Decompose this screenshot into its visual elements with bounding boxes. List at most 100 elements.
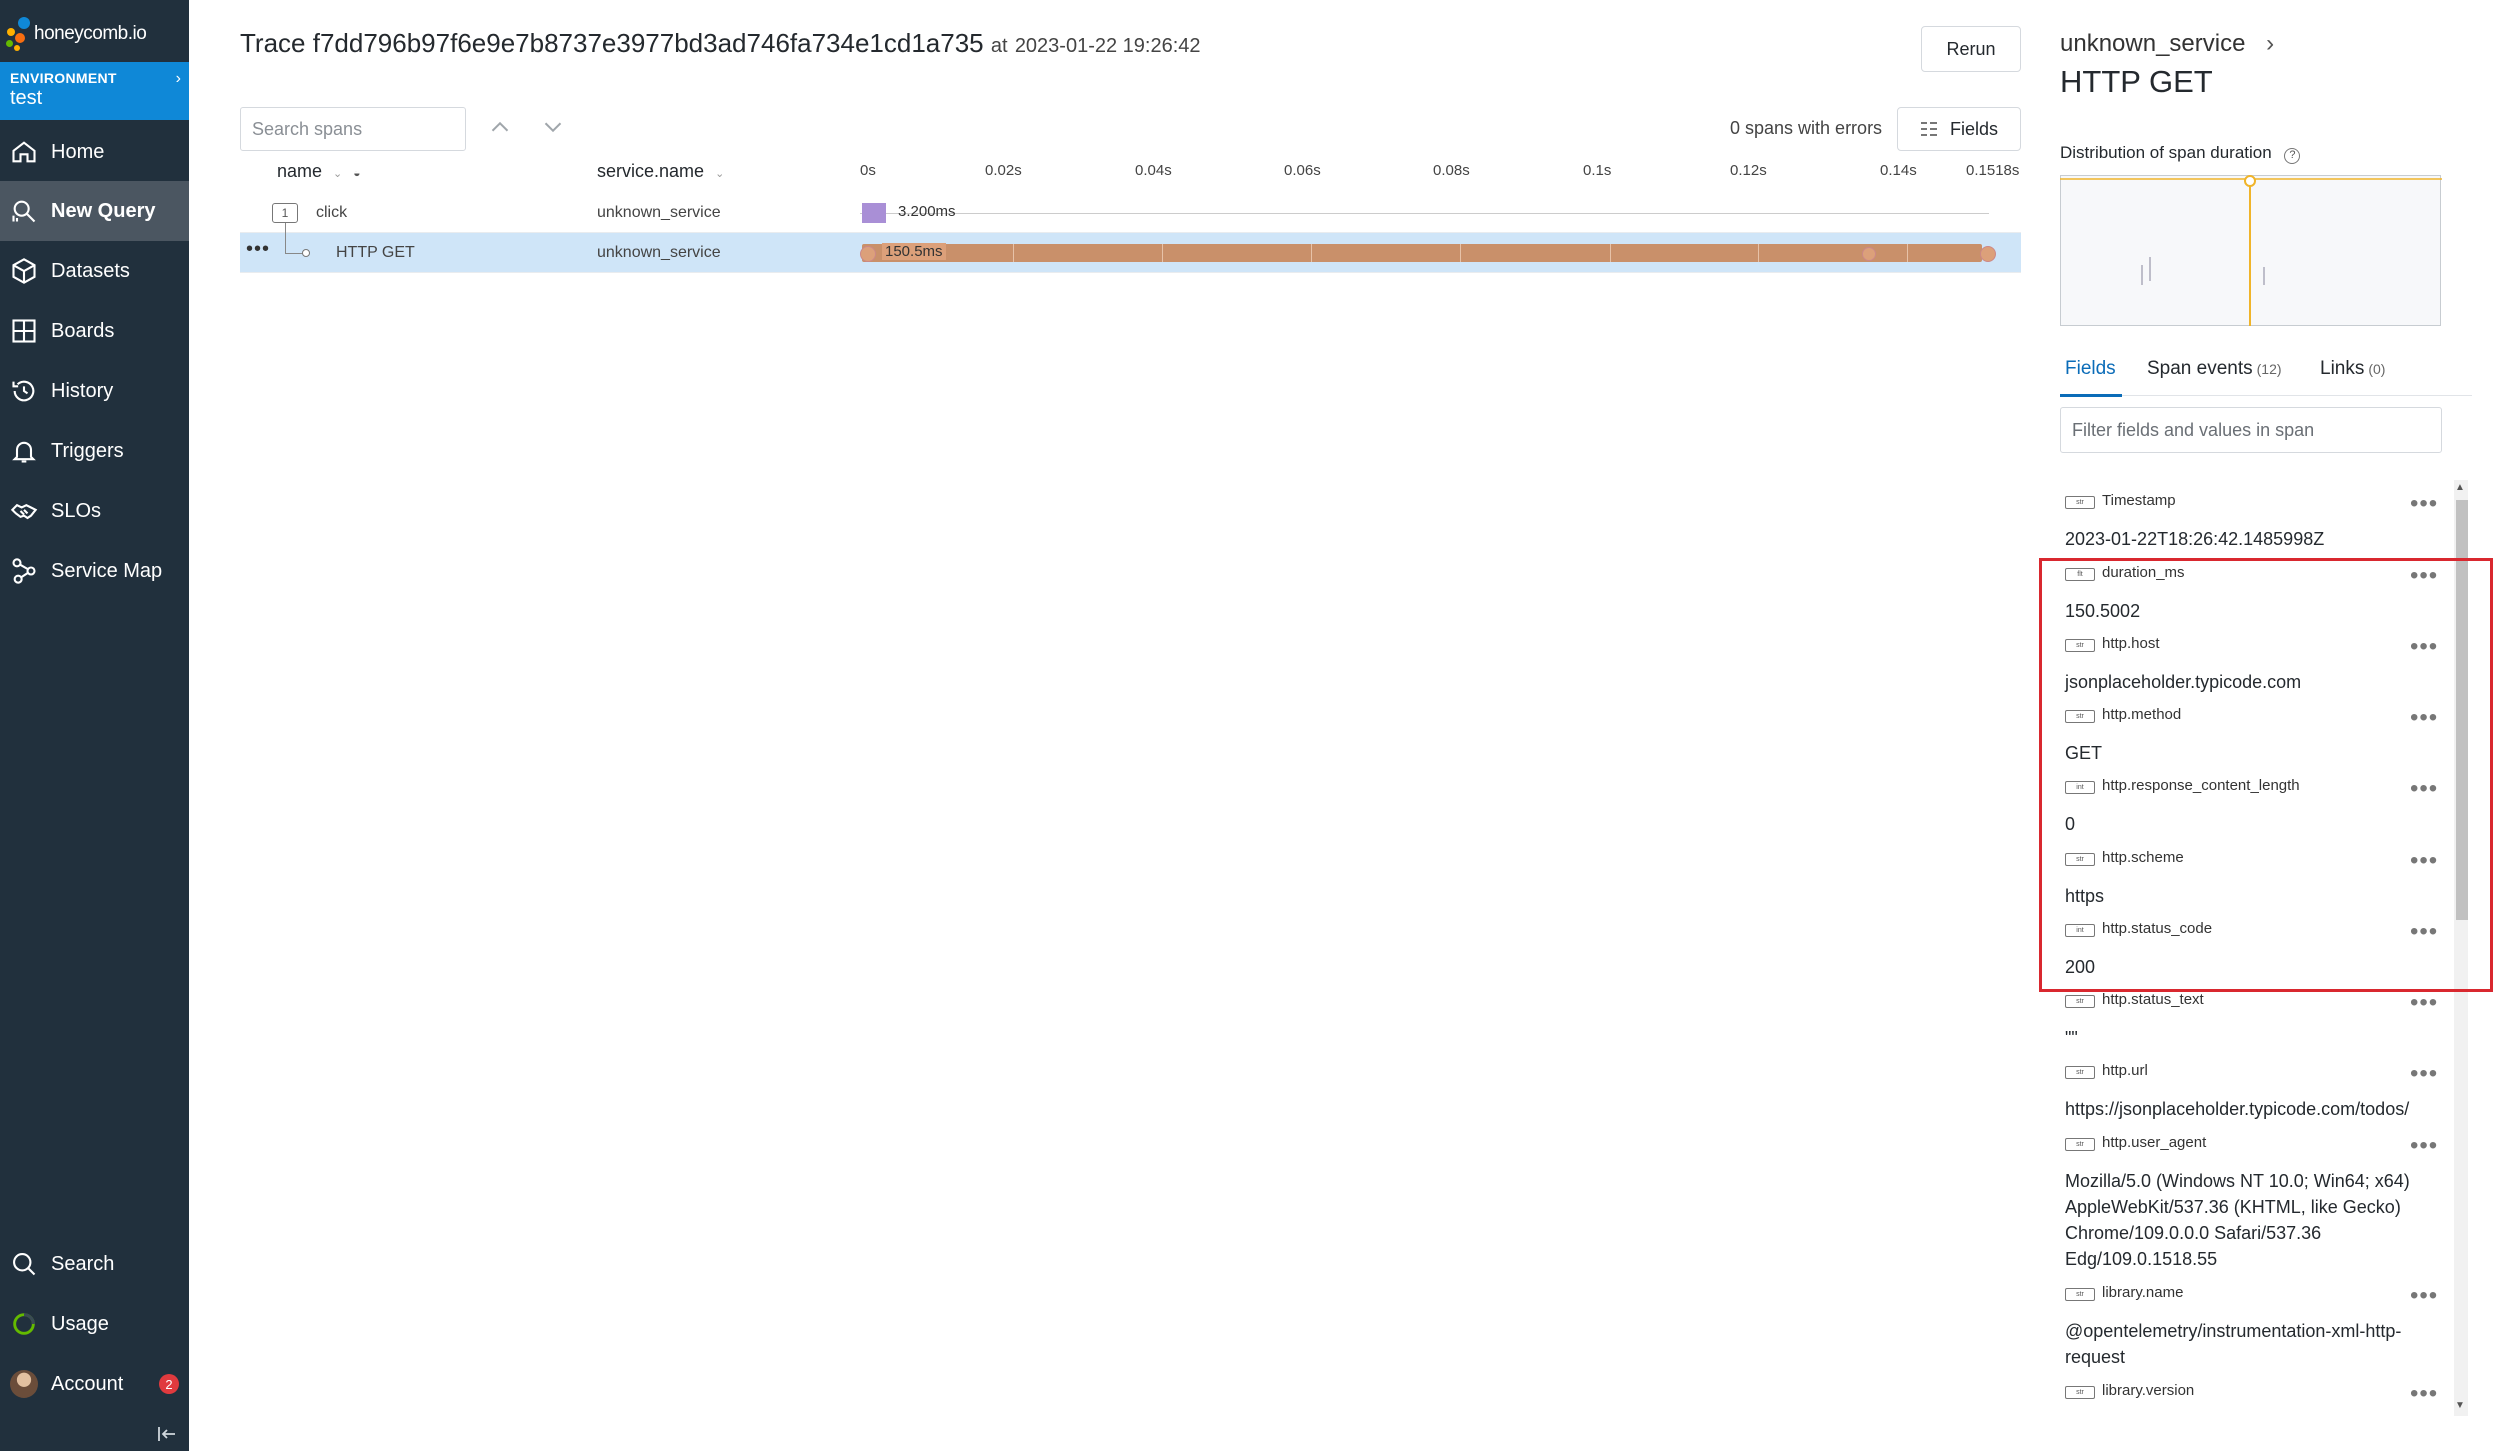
sort-icon: ◒ — [353, 166, 361, 180]
sidebar-item-label: Account — [51, 1372, 124, 1395]
scroll-down-arrow-icon[interactable]: ▼ — [2455, 1400, 2465, 1411]
sidebar-item-label: Triggers — [51, 439, 124, 462]
span-field[interactable]: str library.name ••• @opentelemetry/instrum… — [2060, 1272, 2460, 1370]
sidebar-item-label: SLOs — [51, 499, 102, 522]
row-menu-icon[interactable]: ••• — [246, 238, 270, 261]
sidebar-item-label: Datasets — [51, 259, 130, 282]
collapse-sidebar-icon[interactable] — [155, 1424, 179, 1444]
sidebar-item-boards[interactable]: Boards — [0, 301, 189, 361]
span-field[interactable]: str http.url ••• https://jsonplaceholder.ty… — [2060, 1050, 2460, 1122]
sidebar-item-label: Service Map — [51, 559, 163, 582]
history-icon — [12, 380, 35, 402]
sidebar-item-slos[interactable]: SLOs — [0, 481, 189, 541]
span-name: HTTP GET — [336, 244, 415, 261]
field-type-tag: str — [2065, 995, 2095, 1008]
avatar — [10, 1370, 38, 1398]
help-icon[interactable]: ? — [2284, 148, 2301, 164]
chevron-right-icon: › — [175, 70, 181, 87]
sidebar-item-label: Search — [51, 1252, 115, 1275]
trace-id: f7dd796b97f6e9e7b8737e3977bd3ad746fa734e… — [312, 28, 984, 58]
boards-icon — [12, 319, 36, 343]
span-duration-bar[interactable] — [862, 203, 886, 223]
span-row[interactable]: 1 click unknown_service 3.200ms — [240, 193, 2021, 247]
new-query-icon — [12, 200, 36, 223]
tab-links[interactable]: Links (0) — [2320, 358, 2385, 380]
trace-title-prefix: Trace — [240, 28, 306, 58]
logo-text: honeycomb.io — [34, 23, 147, 44]
field-value: @opentelemetry/instrumentation-xml-http-… — [2065, 1321, 2402, 1367]
timeline-tick: 0.08s — [1433, 162, 1470, 179]
timeline-tick: 0.06s — [1284, 162, 1321, 179]
field-menu-icon[interactable]: ••• — [2410, 1380, 2438, 1408]
sidebar-item-usage[interactable]: Usage — [0, 1294, 189, 1354]
span-field[interactable]: str library.version ••• — [2060, 1370, 2460, 1420]
chevron-up-icon[interactable] — [485, 112, 515, 142]
span-row-selected[interactable]: ••• HTTP GET unknown_service 150.5ms — [240, 233, 2021, 273]
fields-button[interactable]: Fields — [1897, 107, 2021, 151]
panel-span-name: HTTP GET — [2060, 64, 2213, 99]
field-menu-icon[interactable]: ••• — [2410, 1282, 2438, 1310]
filter-fields-input[interactable] — [2060, 407, 2442, 453]
trace-timestamp: 2023-01-22 19:26:42 — [1014, 35, 1201, 57]
timeline-gridline — [1758, 244, 1759, 262]
field-name: http.user_agent — [2102, 1134, 2207, 1151]
handshake-icon — [10, 503, 38, 520]
span-event-marker — [1862, 247, 1876, 261]
duration-histogram[interactable] — [2060, 175, 2445, 327]
chevron-down-icon[interactable] — [538, 112, 568, 142]
sidebar-item-label: Home — [51, 140, 105, 163]
scroll-up-arrow-icon[interactable]: ▲ — [2455, 482, 2465, 493]
span-field[interactable]: str http.user_agent ••• Mozilla/5.0 (Window… — [2060, 1122, 2460, 1272]
sidebar-item-service-map[interactable]: Service Map — [0, 541, 189, 601]
datasets-icon — [12, 258, 36, 284]
timeline-gridline — [1907, 244, 1908, 262]
columns-icon — [1920, 122, 1937, 136]
timeline-gridline — [1311, 244, 1312, 262]
span-field[interactable]: str Timestamp ••• 2023-01-22T18:26:42.14859… — [2060, 480, 2460, 552]
field-type-tag: str — [2065, 1386, 2095, 1399]
tree-connector — [285, 253, 303, 254]
timeline-tick: 0.1518s — [1966, 162, 2020, 179]
distribution-label-text: Distribution of span duration — [2060, 143, 2272, 162]
trace-at-label: at — [990, 35, 1008, 57]
honeycomb-logo[interactable]: honeycomb.io — [4, 8, 185, 60]
panel-service-name[interactable]: unknown_service › — [2060, 30, 2274, 58]
field-name: http.status_text — [2102, 991, 2204, 1008]
sidebar-item-search[interactable]: Search — [0, 1234, 189, 1294]
service-map-icon — [12, 558, 36, 584]
sidebar-item-account[interactable]: Account 2 — [0, 1354, 189, 1414]
sidebar-item-new-query[interactable]: New Query — [0, 181, 189, 241]
rerun-button[interactable]: Rerun — [1921, 26, 2021, 72]
field-name: http.url — [2102, 1062, 2148, 1079]
chevron-down-icon: ⌄ — [333, 168, 343, 180]
field-menu-icon[interactable]: ••• — [2410, 490, 2438, 518]
sidebar-item-datasets[interactable]: Datasets — [0, 241, 189, 301]
sidebar-item-triggers[interactable]: Triggers — [0, 421, 189, 481]
timeline-tick: 0.04s — [1135, 162, 1172, 179]
sidebar-item-label: Boards — [51, 319, 115, 342]
environment-switcher[interactable]: ENVIRONMENT test › — [0, 62, 189, 120]
search-spans-input[interactable] — [240, 107, 466, 151]
field-menu-icon[interactable]: ••• — [2410, 989, 2438, 1017]
environment-label: ENVIRONMENT — [10, 70, 117, 86]
sidebar-item-label: Usage — [51, 1312, 109, 1335]
timeline-tick: 0.1s — [1583, 162, 1612, 179]
name-column-header[interactable]: name ⌄ ◒ — [277, 161, 361, 182]
service-name-column-header[interactable]: service.name ⌄ — [597, 161, 724, 182]
sidebar-item-history[interactable]: History — [0, 361, 189, 421]
sidebar-item-home[interactable]: Home — [0, 122, 189, 182]
tab-span-events[interactable]: Span events (12) — [2147, 358, 2282, 380]
field-menu-icon[interactable]: ••• — [2410, 1060, 2438, 1088]
tab-label: Fields — [2065, 358, 2116, 379]
panel-service-label: unknown_service — [2060, 30, 2246, 57]
field-menu-icon[interactable]: ••• — [2410, 1132, 2438, 1160]
sidebar-item-label: New Query — [51, 199, 156, 222]
chevron-down-icon: ⌄ — [715, 168, 725, 180]
home-icon — [12, 141, 36, 163]
timeline-tick: 0.14s — [1880, 162, 1917, 179]
field-value: "" — [2065, 1028, 2078, 1048]
tab-fields[interactable]: Fields — [2065, 358, 2116, 380]
span-duration-bar[interactable] — [862, 244, 1983, 262]
environment-value: test — [10, 87, 43, 109]
field-name: Timestamp — [2102, 492, 2176, 509]
